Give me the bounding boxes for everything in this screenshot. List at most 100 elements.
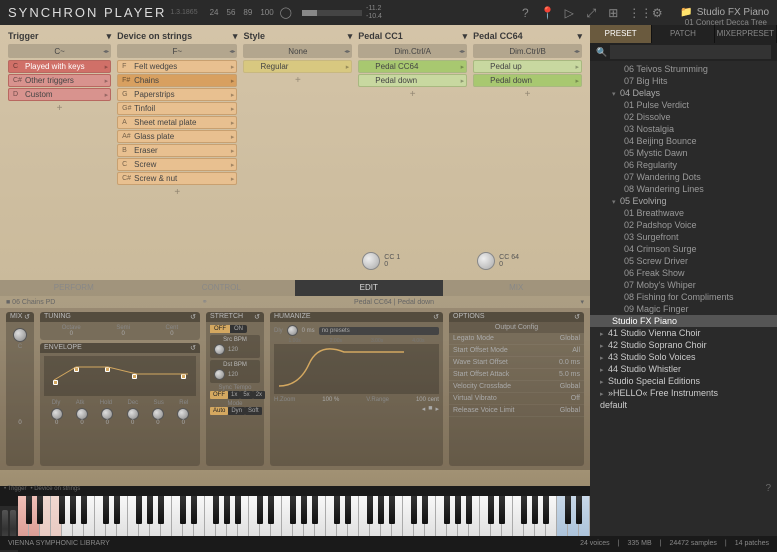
tree-item[interactable]: 06 Teivos Strumming <box>590 63 777 75</box>
tree-item[interactable]: 07 Wandering Dots <box>590 171 777 183</box>
tree-item[interactable]: 06 Regularity <box>590 159 777 171</box>
piano-black-key[interactable] <box>147 496 153 524</box>
menu-icon[interactable]: ⋮⋮ <box>628 6 642 20</box>
preset-folder[interactable]: 📁 Studio FX Piano <box>680 7 769 18</box>
tree-item[interactable]: ▾05 Evolving <box>590 195 777 207</box>
tree-item[interactable]: 08 Fishing for Compliments <box>590 291 777 303</box>
play-icon[interactable]: ▷ <box>562 6 576 20</box>
tree-item[interactable]: 08 Wandering Lines <box>590 183 777 195</box>
tree-item[interactable]: 07 Moby's Whiper <box>590 279 777 291</box>
env-knob[interactable] <box>177 408 189 420</box>
column-menu-icon[interactable]: ▾ <box>577 31 582 42</box>
reset-icon[interactable]: ↺ <box>433 313 439 321</box>
piano-black-key[interactable] <box>191 496 197 524</box>
tree-item[interactable]: ▸Studio Special Editions <box>590 375 777 387</box>
src-bpm-knob[interactable] <box>214 344 225 355</box>
piano-black-key[interactable] <box>389 496 395 524</box>
humanize-graph[interactable] <box>274 344 439 394</box>
piano-black-key[interactable] <box>70 496 76 524</box>
help-icon[interactable]: ? <box>765 483 771 494</box>
piano-black-key[interactable] <box>367 496 373 524</box>
piano-black-key[interactable] <box>268 496 274 524</box>
tree-item[interactable]: 02 Padshop Voice <box>590 219 777 231</box>
piano-black-key[interactable] <box>455 496 461 524</box>
piano-black-key[interactable] <box>444 496 450 524</box>
piano-black-key[interactable] <box>136 496 142 524</box>
tree-item[interactable]: 07 Big Hits <box>590 75 777 87</box>
piano-black-key[interactable] <box>345 496 351 524</box>
option-row[interactable]: Release Voice LimitGlobal <box>449 405 584 417</box>
tab-perform[interactable]: PERFORM <box>0 280 148 296</box>
articulation-slot[interactable]: G#Tinfoil▸ <box>117 102 237 115</box>
column-sub[interactable]: None◂▸ <box>243 44 352 58</box>
tree-item[interactable]: 02 Dissolve <box>590 111 777 123</box>
env-knob[interactable] <box>127 408 139 420</box>
piano-black-key[interactable] <box>59 496 65 524</box>
piano-black-key[interactable] <box>543 496 549 524</box>
column-sub[interactable]: C~◂▸ <box>8 44 111 58</box>
env-knob[interactable] <box>51 408 63 420</box>
articulation-slot[interactable]: GPaperstrips▸ <box>117 88 237 101</box>
piano-black-key[interactable] <box>576 496 582 524</box>
reset-icon[interactable]: ↺ <box>190 344 196 352</box>
articulation-slot[interactable]: Pedal down▸ <box>358 74 467 87</box>
piano-black-key[interactable] <box>213 496 219 524</box>
reset-icon[interactable]: ↺ <box>24 313 30 321</box>
cc64-knob[interactable] <box>477 252 495 270</box>
link-icon[interactable]: ⚭ <box>202 298 208 306</box>
humanize-preset-dropdown[interactable]: no presets <box>319 327 439 335</box>
tree-item[interactable]: 01 Breathwave <box>590 207 777 219</box>
tab-mix[interactable]: MIX <box>443 280 591 296</box>
piano-black-key[interactable] <box>521 496 527 524</box>
tree-item[interactable]: 04 Crimson Surge <box>590 243 777 255</box>
articulation-slot[interactable]: Pedal down▸ <box>473 74 582 87</box>
tab-patch[interactable]: PATCH <box>652 25 714 43</box>
tree-item[interactable]: 04 Beijing Bounce <box>590 135 777 147</box>
tree-item[interactable]: ▸»HELLO« Free Instruments <box>590 387 777 399</box>
volume-slider[interactable] <box>302 10 362 16</box>
output-config-button[interactable]: Output Config <box>449 322 584 333</box>
tab-mixerpreset[interactable]: MIXERPRESET <box>715 25 777 43</box>
piano-black-key[interactable] <box>37 496 43 524</box>
piano-black-key[interactable] <box>103 496 109 524</box>
articulation-slot[interactable]: Regular▸ <box>243 60 352 73</box>
help-icon[interactable]: ? <box>518 6 532 20</box>
stretch-toggle[interactable]: OFFON <box>210 325 247 333</box>
articulation-slot[interactable]: A#Glass plate▸ <box>117 130 237 143</box>
tree-item[interactable]: ▾04 Delays <box>590 87 777 99</box>
articulation-slot[interactable]: C#Other triggers▸ <box>8 74 111 87</box>
piano-black-key[interactable] <box>235 496 241 524</box>
mix-knob[interactable] <box>13 328 27 342</box>
column-menu-icon[interactable]: ▾ <box>233 31 238 42</box>
add-slot-button[interactable]: + <box>8 103 111 114</box>
articulation-slot[interactable]: DCustom▸ <box>8 88 111 101</box>
articulation-slot[interactable]: C#Screw & nut▸ <box>117 172 237 185</box>
reset-icon[interactable]: ↺ <box>190 313 196 321</box>
piano-black-key[interactable] <box>301 496 307 524</box>
reset-icon[interactable]: ↺ <box>574 313 580 321</box>
piano-black-key[interactable] <box>312 496 318 524</box>
option-row[interactable]: Start Offset ModeAll <box>449 345 584 357</box>
env-knob[interactable] <box>152 408 164 420</box>
tree-item[interactable]: 01 Pulse Verdict <box>590 99 777 111</box>
tree-item[interactable]: Studio FX Piano <box>590 315 777 327</box>
piano-black-key[interactable] <box>158 496 164 524</box>
env-knob[interactable] <box>76 408 88 420</box>
option-row[interactable]: Start Offset Attack5.0 ms <box>449 369 584 381</box>
cc1-knob[interactable] <box>362 252 380 270</box>
tree-item[interactable]: ▸42 Studio Soprano Choir <box>590 339 777 351</box>
resize-icon[interactable]: ⤢ <box>584 6 598 20</box>
add-slot-button[interactable]: + <box>117 187 237 198</box>
dst-bpm-knob[interactable] <box>214 369 225 380</box>
articulation-slot[interactable]: ASheet metal plate▸ <box>117 116 237 129</box>
humanize-prev-icon[interactable]: ◂ <box>422 405 426 413</box>
piano-black-key[interactable] <box>411 496 417 524</box>
articulation-slot[interactable]: CPlayed with keys▸ <box>8 60 111 73</box>
tree-item[interactable]: 06 Freak Show <box>590 267 777 279</box>
reset-icon[interactable]: ↺ <box>254 313 260 321</box>
option-row[interactable]: Velocity CrossfadeGlobal <box>449 381 584 393</box>
tree-item[interactable]: ▸41 Studio Vienna Choir <box>590 327 777 339</box>
piano-black-key[interactable] <box>257 496 263 524</box>
piano-black-key[interactable] <box>466 496 472 524</box>
tree-item[interactable]: 05 Mystic Dawn <box>590 147 777 159</box>
